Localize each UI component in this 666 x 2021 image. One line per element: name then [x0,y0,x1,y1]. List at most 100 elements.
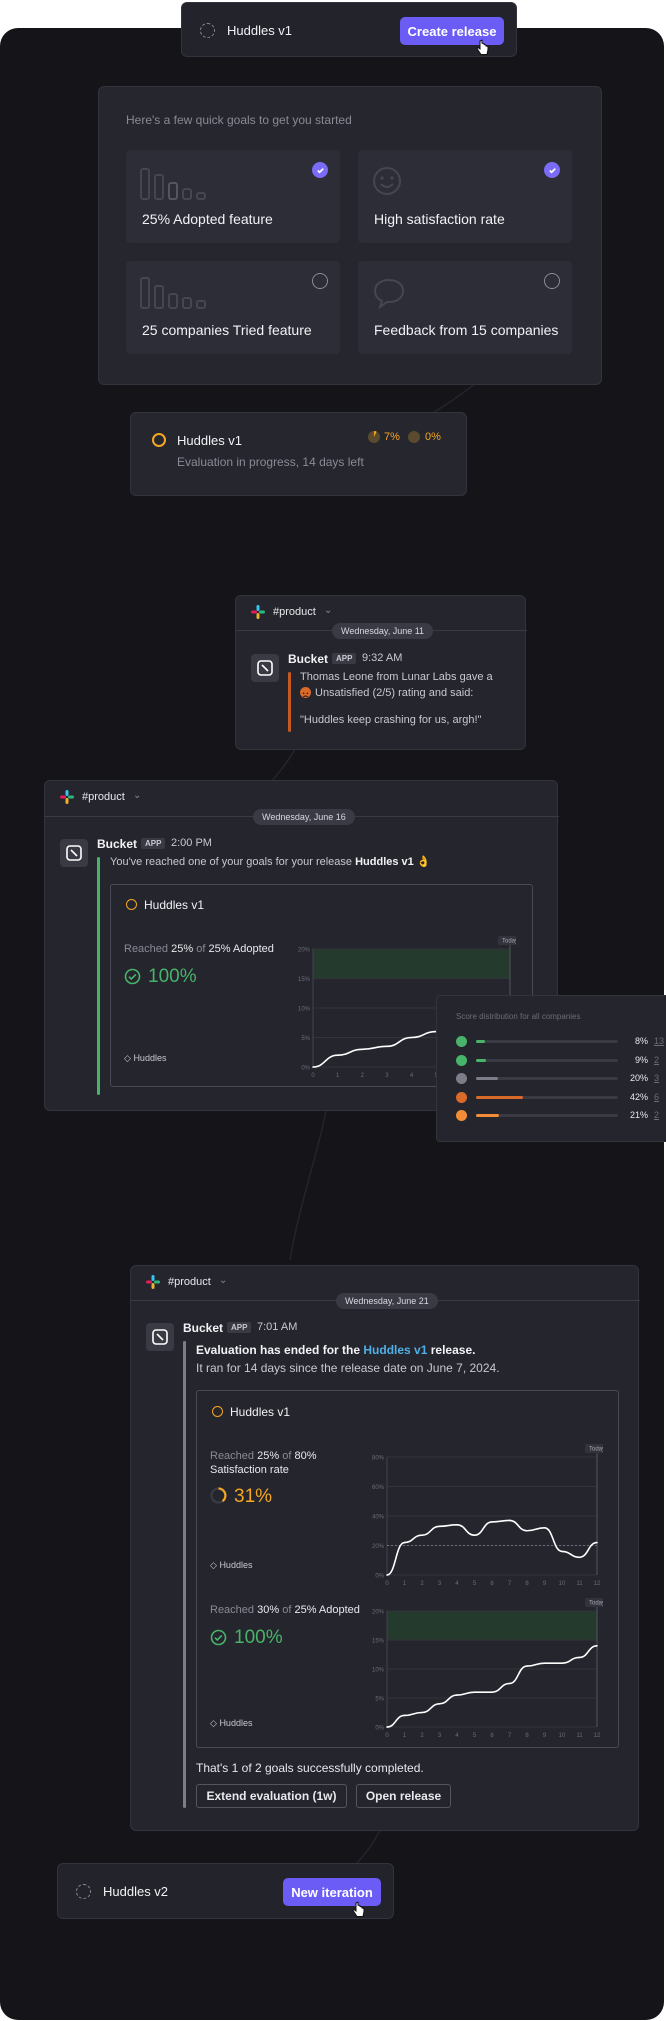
series-line [386,1645,598,1728]
data-point [312,1066,314,1068]
goal-satisfaction[interactable]: High satisfaction rate [358,150,572,243]
y-tick-label: 0% [375,1726,384,1732]
score-count[interactable]: 13 [654,1036,664,1046]
goal-check-icon[interactable] [312,273,328,289]
rating-face-icon [456,1110,467,1121]
sender-name[interactable]: Bucket [97,837,137,851]
diamond-icon: ◇ [124,1053,131,1063]
channel-name[interactable]: #product [168,1276,211,1288]
x-tick-label: 9 [543,1733,547,1739]
x-tick-label: 2 [420,1733,424,1739]
reached-line: Reached 25% of 80% [210,1450,317,1462]
goal-check-icon[interactable] [544,273,560,289]
slack-logo-icon [251,605,265,619]
ran-for-text: It ran for 14 days since the release dat… [196,1361,500,1375]
rating-face-icon [456,1054,467,1066]
sender-name[interactable]: Bucket [288,652,328,666]
x-tick-label: 5 [473,1581,477,1587]
x-tick-label: 4 [455,1581,459,1587]
score-count[interactable]: 2 [654,1110,659,1120]
check-circle-icon [210,1629,227,1646]
channel-name[interactable]: #product [82,791,125,803]
goal-reached-message: You've reached one of your goals for you… [110,856,431,868]
score-distribution-title: Score distribution for all companies [456,1012,581,1021]
x-tick-label: 10 [559,1581,566,1587]
evaluation-stat-adopted: 0% [425,431,441,443]
score-count[interactable]: 6 [654,1092,659,1102]
new-iteration-button[interactable]: New iteration [283,1878,381,1906]
score-distribution-popup: Score distribution for all companies 8% 1… [436,995,666,1142]
data-point [456,1694,458,1696]
goal-band [386,1610,598,1641]
data-point [403,1714,406,1717]
data-point [336,1054,339,1056]
progress-pie-icon [210,1487,227,1504]
score-bar [476,1095,523,1099]
bucket-avatar[interactable] [251,654,279,682]
attachment-bar [288,672,291,732]
goal-label: 25 companies Tried feature [142,322,312,338]
score-track [476,1095,618,1099]
series-line [386,1519,598,1576]
x-tick-label: 3 [438,1733,442,1739]
diamond-icon: ◇ [210,1560,217,1570]
data-point [438,1703,441,1705]
reached-line: Reached 30% of 25% Adopted [210,1604,360,1616]
goal-check-icon[interactable] [312,162,328,178]
feedback-quote: "Huddles keep crashing for us, argh!" [300,714,482,726]
x-tick-label: 4 [455,1733,459,1739]
score-bar [476,1077,499,1080]
channel-name[interactable]: #product [273,606,316,618]
x-tick-label: 2 [420,1581,424,1587]
progress-pie-icon [408,431,420,443]
y-tick-label: 80% [372,1456,385,1462]
data-point [578,1656,581,1659]
score-count[interactable]: 2 [654,1055,659,1065]
score-track [476,1040,618,1043]
score-row: 21% 2 [456,1110,666,1122]
release-status-icon [126,899,137,910]
score-count[interactable]: 3 [654,1073,659,1083]
release-status-icon [76,1884,91,1899]
slack-message-feedback: #product ⌄ Wednesday, June 11 Bucket APP… [235,595,527,750]
data-point [491,1521,493,1523]
summary-text: That's 1 of 2 goals successfully complet… [196,1761,424,1775]
extend-evaluation-button[interactable]: Extend evaluation (1w) [196,1784,347,1808]
data-point [526,1529,528,1532]
feedback-line1: Thomas Leone from Lunar Labs gave a [300,671,493,683]
bucket-avatar[interactable] [60,839,88,867]
sender-name[interactable]: Bucket [183,1321,223,1335]
data-point [386,1726,388,1728]
open-release-button[interactable]: Open release [356,1784,451,1808]
chevron-down-icon[interactable]: ⌄ [133,790,141,801]
goal-check-icon[interactable] [544,162,560,178]
goal-result: 31% [234,1486,273,1507]
release-title: Huddles v1 [227,23,293,38]
x-tick-label: 1 [403,1581,407,1587]
x-tick-label: 0 [385,1581,389,1587]
goal-feedback[interactable]: Feedback from 15 companies [358,261,572,354]
x-tick-label: 1 [403,1733,407,1739]
goal-companies-tried[interactable]: 25 companies Tried feature [126,261,340,354]
x-tick-label: 3 [438,1581,442,1587]
feature-tag: ◇ Huddles [124,1053,167,1063]
chevron-down-icon[interactable]: ⌄ [219,1275,227,1286]
data-point [596,1645,598,1647]
data-point [438,1525,441,1528]
score-percent: 8% [634,1036,648,1046]
y-tick-label: 5% [301,1036,310,1042]
score-percent: 21% [629,1110,648,1120]
release-link[interactable]: Huddles v1 [363,1343,427,1357]
date-pill: Wednesday, June 16 [253,809,355,825]
bucket-avatar[interactable] [146,1323,174,1351]
goal-adopted[interactable]: 25% Adopted feature [126,150,340,243]
today-label: Today [589,1601,603,1607]
goal-card-title: Huddles v1 [144,898,205,912]
x-tick-label: 1 [336,1073,340,1079]
evaluation-card[interactable]: Huddles v1 Evaluation in progress, 14 da… [130,412,467,496]
cursor-hand-icon [352,1901,365,1917]
slack-logo-icon [60,790,74,804]
data-point [421,1534,423,1536]
x-tick-label: 12 [594,1733,601,1739]
chevron-down-icon[interactable]: ⌄ [324,605,332,616]
